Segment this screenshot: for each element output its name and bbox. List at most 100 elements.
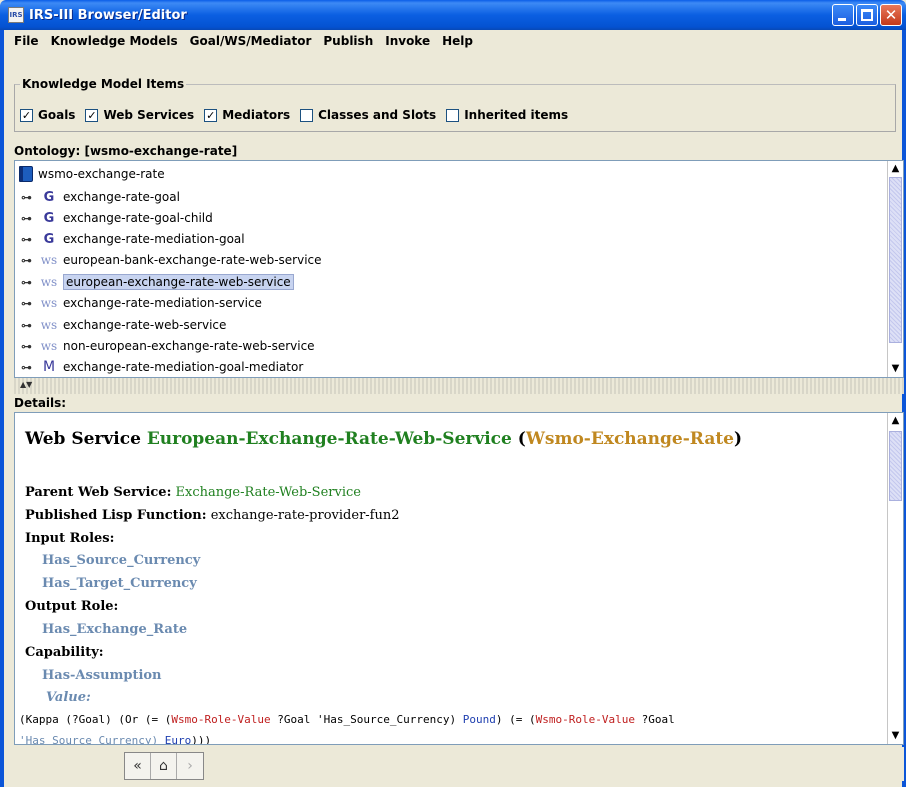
parent-value[interactable]: Exchange-Rate-Web-Service [176, 485, 361, 500]
mediator-icon: M [42, 359, 56, 375]
lisp-label: Published Lisp Function: [25, 508, 207, 523]
checkbox-classes-and-slots-box[interactable] [300, 108, 314, 122]
checkbox-inherited-items-box[interactable] [446, 108, 460, 122]
forward-button[interactable]: › [177, 753, 203, 779]
navigation-buttons: « ⌂ › [124, 752, 204, 780]
scroll-thumb[interactable] [889, 177, 902, 343]
input-roles-heading: Input Roles: [25, 531, 114, 546]
maximize-icon [861, 9, 873, 21]
goal-icon: G [43, 231, 55, 247]
scroll-down-button[interactable]: ▼ [888, 728, 903, 744]
tree-item-label: exchange-rate-goal-child [63, 211, 213, 225]
tree-item-selected[interactable]: ⊶ ws european-exchange-rate-web-service [21, 272, 294, 292]
web-service-name[interactable]: European-Exchange-Rate-Web-Service [147, 429, 512, 449]
tree-item[interactable]: ⊶ ws non-european-exchange-rate-web-serv… [21, 336, 315, 356]
ontology-tree-panel: wsmo-exchange-rate ⊶ G exchange-rate-goa… [14, 160, 904, 378]
assumption-code-line-2: 'Has_Source_Currency) Euro))) [19, 734, 211, 745]
checkbox-mediators[interactable]: ✓ Mediators [204, 108, 290, 122]
web-service-icon: ws [40, 296, 58, 310]
tree-item[interactable]: ⊶ ws exchange-rate-mediation-service [21, 293, 262, 313]
expand-handle-icon[interactable]: ⊶ [21, 233, 35, 246]
back-button[interactable]: « [125, 753, 151, 779]
parent-web-service: Parent Web Service: Exchange-Rate-Web-Se… [25, 485, 361, 500]
tree-item[interactable]: ⊶ ws european-bank-exchange-rate-web-ser… [21, 250, 322, 270]
output-role[interactable]: Has_Exchange_Rate [42, 622, 187, 637]
menu-knowledge-models[interactable]: Knowledge Models [45, 34, 184, 48]
title-close: ) [734, 429, 743, 449]
details-scrollbar[interactable]: ▲ ▼ [887, 413, 903, 744]
code-constant: Pound [462, 713, 496, 726]
close-button[interactable]: ✕ [880, 4, 902, 26]
input-roles-label: Input Roles: [25, 531, 115, 546]
scroll-up-button[interactable]: ▲ [888, 161, 903, 177]
tree-item-label: european-bank-exchange-rate-web-service [63, 253, 322, 267]
checkbox-mediators-label: Mediators [222, 108, 291, 122]
checkbox-classes-and-slots[interactable]: Classes and Slots [300, 108, 436, 122]
checkbox-goals-box[interactable]: ✓ [20, 108, 33, 122]
expand-handle-icon[interactable]: ⊶ [21, 319, 35, 332]
capability-heading: Capability: [25, 645, 104, 660]
menu-goal-ws-mediator[interactable]: Goal/WS/Mediator [184, 34, 318, 48]
expand-handle-icon[interactable]: ⊶ [21, 191, 35, 204]
window-title: IRS-III Browser/Editor [29, 7, 187, 23]
maximize-button[interactable] [856, 4, 878, 26]
details-panel: Web Service European-Exchange-Rate-Web-S… [14, 412, 904, 745]
input-role[interactable]: Has_Source_Currency [42, 553, 200, 568]
checkbox-mediators-box[interactable]: ✓ [204, 108, 218, 122]
title-prefix: Web Service [25, 429, 147, 449]
expand-handle-icon[interactable]: ⊶ [21, 276, 35, 289]
menu-file[interactable]: File [4, 34, 45, 48]
expand-handle-icon[interactable]: ⊶ [21, 212, 35, 225]
checkbox-web-services-box[interactable]: ✓ [85, 108, 99, 122]
ontology-scrollbar[interactable]: ▲ ▼ [887, 161, 903, 377]
web-service-icon: ws [40, 275, 58, 289]
divider-arrows-icon[interactable]: ▲▼ [20, 381, 32, 389]
tree-item[interactable]: ⊶ ws exchange-rate-web-service [21, 315, 226, 335]
scroll-up-button[interactable]: ▲ [888, 413, 903, 429]
tree-item-label: exchange-rate-mediation-goal [63, 232, 245, 246]
details-header: Details: [14, 396, 67, 410]
web-service-icon: ws [40, 253, 58, 267]
expand-handle-icon[interactable]: ⊶ [21, 340, 35, 353]
goal-icon: G [43, 210, 55, 226]
code-function: Wsmo-Role-Value [535, 713, 635, 726]
details-title: Web Service European-Exchange-Rate-Web-S… [25, 429, 742, 449]
checkbox-inherited-items-label: Inherited items [464, 108, 569, 122]
code-constant: Euro [164, 734, 192, 745]
tree-item[interactable]: ⊶ G exchange-rate-mediation-goal [21, 229, 245, 249]
expand-handle-icon[interactable]: ⊶ [21, 361, 35, 374]
tree-item[interactable]: ⊶ G exchange-rate-goal [21, 187, 180, 207]
menu-publish[interactable]: Publish [317, 34, 379, 48]
tree-root[interactable]: wsmo-exchange-rate [19, 165, 165, 183]
window-frame-left [0, 30, 4, 787]
lisp-value: exchange-rate-provider-fun2 [210, 508, 400, 523]
code-text: 'Has_Source_Currency) [19, 734, 165, 745]
expand-handle-icon[interactable]: ⊶ [21, 297, 35, 310]
minimize-button[interactable] [832, 4, 854, 26]
close-icon: ✕ [884, 6, 898, 24]
parent-label: Parent Web Service: [25, 485, 172, 500]
checkbox-inherited-items[interactable]: Inherited items [446, 108, 568, 122]
menu-bar: File Knowledge Models Goal/WS/Mediator P… [4, 30, 902, 52]
value-label: Value: [46, 690, 91, 705]
tree-item-label: exchange-rate-mediation-service [63, 296, 262, 310]
book-icon [19, 166, 33, 182]
code-text: (Kappa (?Goal) (Or (= ( [19, 713, 172, 726]
tree-item[interactable]: ⊶ G exchange-rate-goal-child [21, 208, 213, 228]
home-button[interactable]: ⌂ [151, 753, 177, 779]
split-pane-divider[interactable] [14, 378, 904, 394]
published-lisp-function: Published Lisp Function: exchange-rate-p… [25, 508, 400, 523]
scroll-down-button[interactable]: ▼ [888, 361, 903, 377]
checkbox-goals[interactable]: ✓ Goals [20, 108, 75, 122]
window-controls: ✕ [832, 4, 902, 26]
expand-handle-icon[interactable]: ⊶ [21, 254, 35, 267]
assumption-code-line-1: (Kappa (?Goal) (Or (= (Wsmo-Role-Value ?… [19, 713, 675, 726]
tree-item[interactable]: ⊶ M exchange-rate-mediation-goal-mediato… [21, 357, 303, 377]
menu-help[interactable]: Help [436, 34, 479, 48]
scroll-thumb[interactable] [889, 431, 902, 501]
capability-label: Capability: [25, 645, 104, 660]
checkbox-web-services[interactable]: ✓ Web Services [85, 108, 194, 122]
ontology-name[interactable]: Wsmo-Exchange-Rate [526, 429, 734, 449]
input-role[interactable]: Has_Target_Currency [42, 576, 197, 591]
menu-invoke[interactable]: Invoke [379, 34, 436, 48]
